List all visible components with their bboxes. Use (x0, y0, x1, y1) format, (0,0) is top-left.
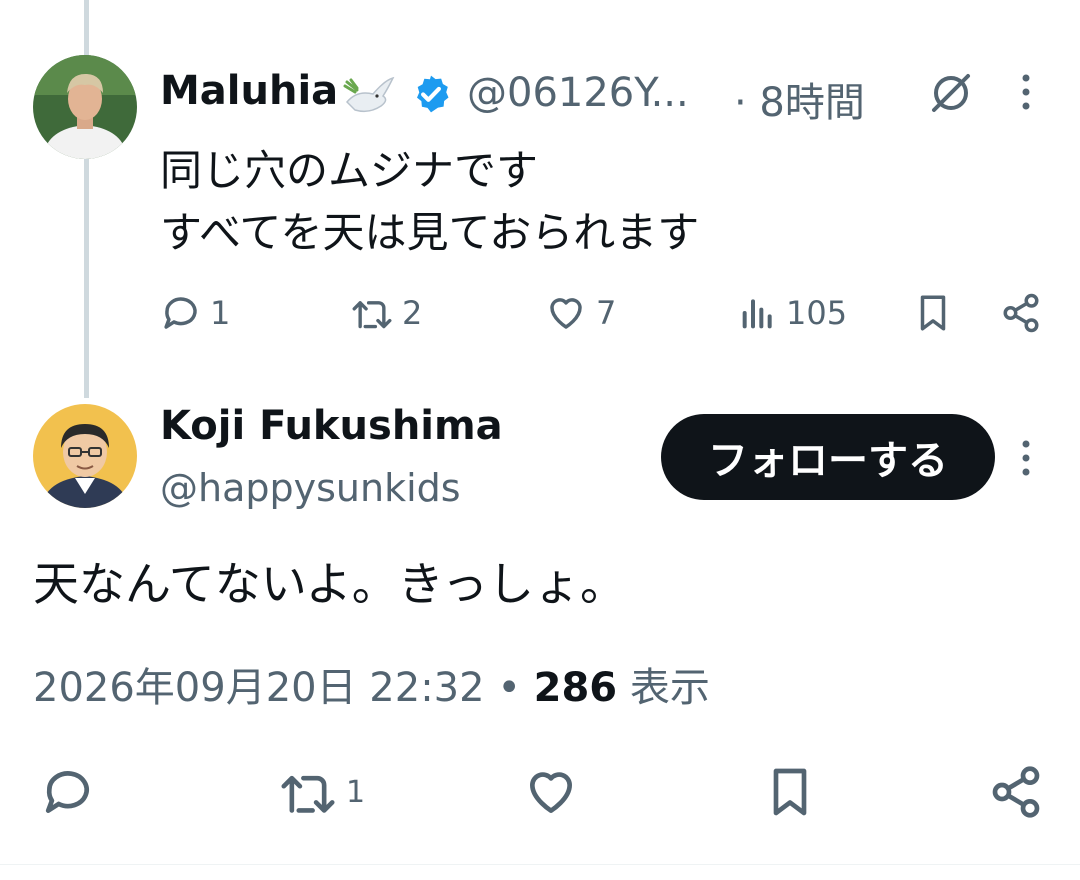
views-button[interactable]: 105 (738, 292, 847, 334)
grok-icon[interactable] (928, 70, 974, 116)
retweet-count: 2 (402, 294, 423, 332)
verified-badge-icon (410, 73, 452, 115)
reply-handle[interactable]: @06126Y... (467, 70, 689, 116)
reply-button[interactable]: 1 (160, 292, 230, 334)
reply-text-line: 同じ穴のムジナです (160, 146, 539, 195)
author-handle[interactable]: @happysunkids (160, 466, 461, 510)
retweet-button[interactable]: 2 (350, 292, 422, 334)
avatar-maluhia[interactable] (33, 55, 137, 159)
reply-display-name[interactable]: Maluhia (160, 68, 338, 114)
follow-button[interactable]: フォローする (661, 414, 995, 500)
reply-timestamp[interactable]: · 8時間 (734, 70, 865, 128)
tweet-text: 天なんてないよ。きっしょ。 (33, 557, 626, 611)
retweet-button[interactable]: 1 (278, 764, 365, 820)
divider (0, 864, 1080, 865)
retweet-icon (350, 292, 394, 334)
reply-text: 同じ穴のムジナです すべてを天は見ておられます (160, 140, 699, 264)
reply-icon (160, 292, 202, 334)
reply-icon[interactable] (40, 764, 96, 820)
reply-text-line: すべてを天は見ておられます (160, 208, 700, 257)
bar-chart-icon (738, 292, 778, 334)
dove-emoji-icon (341, 72, 395, 118)
bookmark-icon[interactable] (762, 764, 818, 820)
share-icon[interactable] (1000, 292, 1042, 334)
share-icon[interactable] (988, 764, 1044, 820)
more-options-icon[interactable] (1016, 438, 1036, 478)
more-options-icon[interactable] (1016, 72, 1036, 112)
like-button[interactable]: 7 (544, 292, 616, 334)
tweet-meta: 2026年09月20日 22:32 • 286 表示 (33, 655, 710, 713)
bookmark-icon[interactable] (912, 292, 954, 334)
retweet-icon (278, 764, 338, 820)
meta-separator: • (497, 665, 521, 711)
author-display-name[interactable]: Koji Fukushima (160, 403, 503, 449)
tweet-datetime[interactable]: 2026年09月20日 22:32 (33, 665, 485, 711)
tweet-view-label: 表示 (629, 665, 710, 711)
heart-icon (544, 292, 588, 334)
retweet-count: 1 (346, 774, 366, 810)
heart-icon[interactable] (522, 764, 580, 820)
tweet-view-count: 286 (533, 665, 618, 711)
reply-count: 1 (210, 294, 231, 332)
avatar-koji-fukushima[interactable] (33, 404, 137, 508)
view-count: 105 (786, 294, 848, 332)
like-count: 7 (596, 294, 617, 332)
